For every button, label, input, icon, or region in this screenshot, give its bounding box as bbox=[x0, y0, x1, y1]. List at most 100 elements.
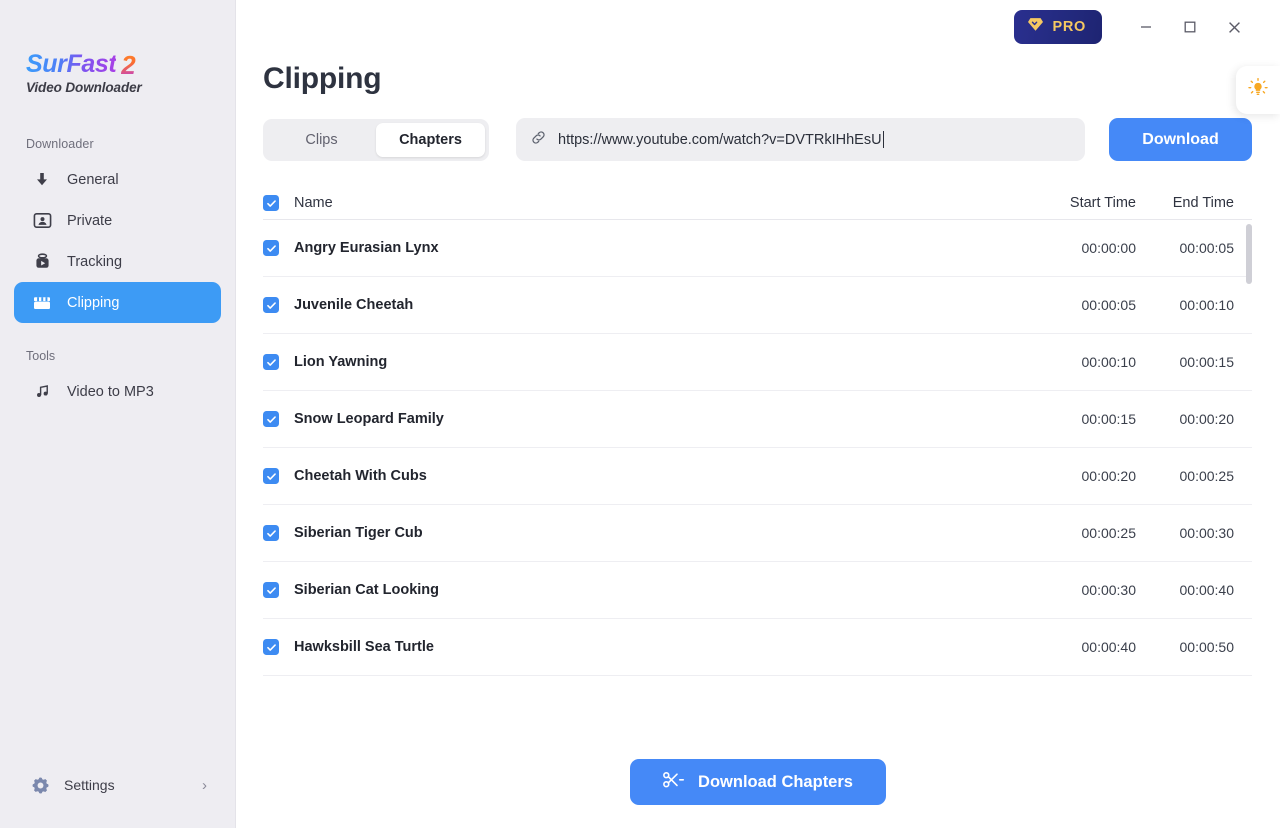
sidebar-item-settings[interactable]: Settings › bbox=[14, 766, 221, 804]
app-window: SurFast 2 Video Downloader Downloader Ge… bbox=[0, 0, 1280, 828]
row-end-time: 00:00:15 bbox=[1179, 354, 1235, 370]
close-button[interactable] bbox=[1212, 7, 1256, 47]
pro-upgrade-button[interactable]: PRO bbox=[1014, 10, 1102, 44]
sidebar-item-label: Private bbox=[67, 212, 113, 229]
url-value: https://www.youtube.com/watch?v=DVTRkIHh… bbox=[558, 131, 882, 148]
row-name-cell: Cheetah With Cubs bbox=[263, 468, 1032, 484]
row-name-label: Siberian Tiger Cub bbox=[294, 525, 423, 541]
mode-tabs: Clips Chapters bbox=[263, 118, 489, 161]
sidebar-nav: General Private Tracking Clipping bbox=[0, 159, 235, 323]
row-start-time: 00:00:25 bbox=[1081, 525, 1137, 541]
row-end-time: 00:00:20 bbox=[1179, 411, 1235, 427]
row-checkbox[interactable] bbox=[263, 240, 279, 256]
row-checkbox[interactable] bbox=[263, 525, 279, 541]
row-start-time: 00:00:20 bbox=[1081, 468, 1137, 484]
row-end-time: 00:00:05 bbox=[1179, 240, 1235, 256]
sidebar-item-tracking[interactable]: Tracking bbox=[14, 241, 221, 282]
table-row[interactable]: Cheetah With Cubs 00:00:20 00:00:25 bbox=[263, 448, 1252, 505]
tab-chapters[interactable]: Chapters bbox=[376, 122, 485, 157]
table-row[interactable]: Juvenile Cheetah 00:00:05 00:00:10 bbox=[263, 277, 1252, 334]
clapperboard-icon bbox=[31, 292, 53, 314]
app-logo: SurFast 2 Video Downloader bbox=[0, 0, 235, 96]
row-name-label: Juvenile Cheetah bbox=[294, 297, 414, 313]
footer-bar: Download Chapters bbox=[236, 736, 1280, 828]
row-checkbox[interactable] bbox=[263, 639, 279, 655]
minimize-button[interactable] bbox=[1124, 7, 1168, 47]
page-title: Clipping bbox=[263, 62, 382, 95]
diamond-icon bbox=[1027, 17, 1044, 37]
row-name-label: Hawksbill Sea Turtle bbox=[294, 639, 434, 655]
row-start-time: 00:00:05 bbox=[1081, 297, 1137, 313]
scissors-icon bbox=[663, 771, 685, 794]
row-name-cell: Lion Yawning bbox=[263, 354, 1032, 370]
row-start-time: 00:00:40 bbox=[1081, 639, 1137, 655]
sidebar: SurFast 2 Video Downloader Downloader Ge… bbox=[0, 0, 236, 828]
row-end-time: 00:00:25 bbox=[1179, 468, 1235, 484]
maximize-button[interactable] bbox=[1168, 7, 1212, 47]
table-body[interactable]: Angry Eurasian Lynx 00:00:00 00:00:05 Ju… bbox=[263, 220, 1252, 696]
table-row[interactable]: Hawksbill Sea Turtle 00:00:40 00:00:50 bbox=[263, 619, 1252, 676]
row-name-cell: Angry Eurasian Lynx bbox=[263, 240, 1032, 256]
column-header-name: Name bbox=[263, 195, 1032, 211]
private-person-icon bbox=[31, 210, 53, 232]
logo-wordmark: SurFast bbox=[26, 50, 117, 78]
row-name-label: Cheetah With Cubs bbox=[294, 468, 427, 484]
row-name-cell: Siberian Tiger Cub bbox=[263, 525, 1032, 541]
column-header-end-time: End Time bbox=[1172, 195, 1234, 211]
download-chapters-button[interactable]: Download Chapters bbox=[630, 759, 886, 805]
toolbar: Clips Chapters https://www.youtube.com/w… bbox=[236, 118, 1280, 161]
pro-label: PRO bbox=[1052, 19, 1086, 35]
text-caret bbox=[882, 131, 884, 148]
sidebar-section-tools: Tools bbox=[26, 349, 56, 363]
url-input[interactable]: https://www.youtube.com/watch?v=DVTRkIHh… bbox=[516, 118, 1085, 161]
settings-label: Settings bbox=[64, 777, 115, 793]
table-row[interactable]: Angry Eurasian Lynx 00:00:00 00:00:05 bbox=[263, 220, 1252, 277]
sidebar-item-private[interactable]: Private bbox=[14, 200, 221, 241]
title-bar: PRO bbox=[236, 0, 1280, 54]
sidebar-item-general[interactable]: General bbox=[14, 159, 221, 200]
column-label-name: Name bbox=[294, 195, 333, 211]
download-arrow-icon bbox=[31, 169, 53, 191]
row-checkbox[interactable] bbox=[263, 411, 279, 427]
row-checkbox[interactable] bbox=[263, 582, 279, 598]
tracking-video-icon bbox=[31, 251, 53, 273]
logo-tagline: Video Downloader bbox=[26, 80, 142, 95]
sidebar-item-video-to-mp3[interactable]: Video to MP3 bbox=[14, 371, 221, 412]
table-scrollbar[interactable] bbox=[1246, 220, 1252, 696]
column-header-start-time: Start Time bbox=[1069, 195, 1136, 211]
select-all-checkbox[interactable] bbox=[263, 195, 279, 211]
sidebar-item-clipping[interactable]: Clipping bbox=[14, 282, 221, 323]
row-checkbox[interactable] bbox=[263, 468, 279, 484]
row-start-time: 00:00:15 bbox=[1081, 411, 1137, 427]
sidebar-item-label: Clipping bbox=[67, 294, 120, 311]
table-row[interactable]: Snow Leopard Family 00:00:15 00:00:20 bbox=[263, 391, 1252, 448]
row-checkbox[interactable] bbox=[263, 354, 279, 370]
table-row[interactable]: Siberian Tiger Cub 00:00:25 00:00:30 bbox=[263, 505, 1252, 562]
sidebar-section-downloader: Downloader bbox=[26, 137, 94, 151]
gear-icon bbox=[31, 776, 50, 795]
tab-clips[interactable]: Clips bbox=[267, 123, 376, 157]
lightbulb-icon bbox=[1247, 77, 1269, 104]
scrollbar-thumb[interactable] bbox=[1246, 224, 1252, 284]
row-end-time: 00:00:50 bbox=[1179, 639, 1235, 655]
logo-version-2: 2 bbox=[121, 50, 136, 80]
download-button[interactable]: Download bbox=[1109, 118, 1252, 161]
row-checkbox[interactable] bbox=[263, 297, 279, 313]
row-start-time: 00:00:00 bbox=[1081, 240, 1137, 256]
table-row[interactable]: Siberian Cat Looking 00:00:30 00:00:40 bbox=[263, 562, 1252, 619]
row-name-label: Lion Yawning bbox=[294, 354, 388, 370]
music-note-icon bbox=[31, 381, 53, 403]
row-name-label: Snow Leopard Family bbox=[294, 411, 444, 427]
sidebar-item-label: General bbox=[67, 171, 119, 188]
row-name-cell: Juvenile Cheetah bbox=[263, 297, 1032, 313]
row-start-time: 00:00:30 bbox=[1081, 582, 1137, 598]
chevron-right-icon: › bbox=[202, 776, 207, 794]
row-end-time: 00:00:10 bbox=[1179, 297, 1235, 313]
row-end-time: 00:00:40 bbox=[1179, 582, 1235, 598]
theme-toggle-button[interactable] bbox=[1236, 66, 1280, 114]
table-row[interactable]: Lion Yawning 00:00:10 00:00:15 bbox=[263, 334, 1252, 391]
download-chapters-label: Download Chapters bbox=[698, 772, 853, 791]
table-row[interactable]: Elephant Walking in Savannah 00:00:50 00… bbox=[263, 676, 1252, 696]
row-end-time: 00:00:30 bbox=[1179, 525, 1235, 541]
row-name-cell: Siberian Cat Looking bbox=[263, 582, 1032, 598]
